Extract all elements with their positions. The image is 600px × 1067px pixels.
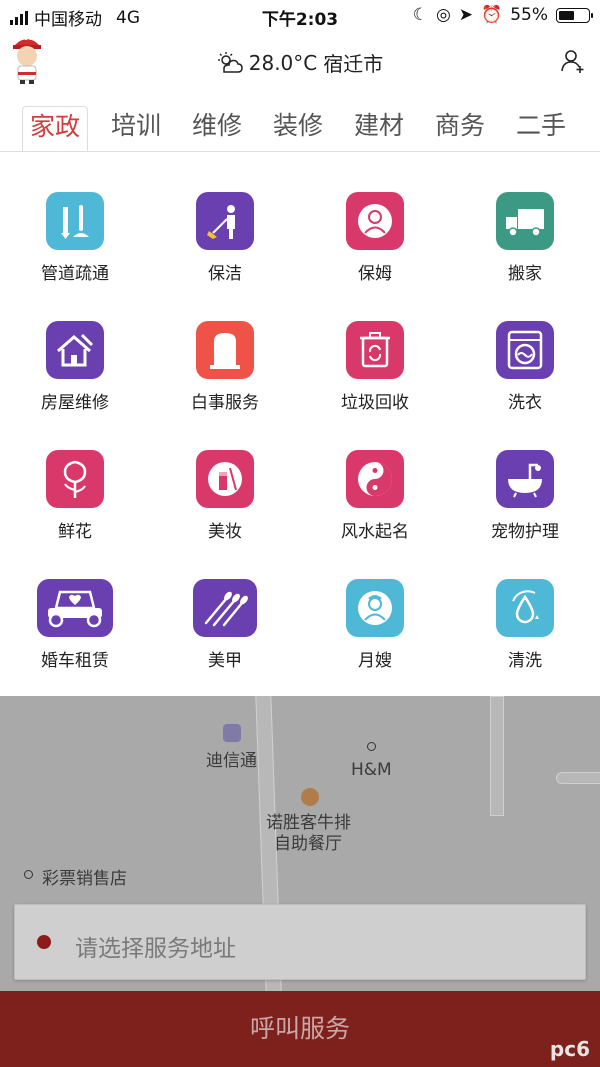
- makeup-icon: [196, 450, 254, 508]
- temperature: 28.0°C: [248, 50, 318, 75]
- service-moving[interactable]: 搬家: [450, 192, 600, 284]
- washing-machine-icon: [496, 321, 554, 379]
- pet-bath-icon: [496, 450, 554, 508]
- service-label: 管道疏通: [41, 264, 109, 284]
- poi-marker-icon: [367, 742, 376, 751]
- service-laundry[interactable]: 洗衣: [450, 321, 600, 413]
- service-label: 美甲: [208, 651, 242, 671]
- wedding-car-icon: [37, 579, 113, 637]
- poi-label: H&M: [351, 760, 392, 780]
- location-dot-icon: [37, 935, 51, 949]
- restaurant-icon: [301, 788, 319, 806]
- service-label: 宠物护理: [491, 522, 559, 542]
- service-pet-care[interactable]: 宠物护理: [450, 450, 600, 542]
- service-label: 婚车租赁: [41, 651, 109, 671]
- battery-icon: [556, 7, 593, 23]
- pipe-cleaning-icon: [46, 192, 104, 250]
- maternity-nurse-icon: [346, 579, 404, 637]
- orientation-lock-icon: ◎: [435, 5, 451, 25]
- service-makeup[interactable]: 美妆: [150, 450, 300, 542]
- service-label: 风水起名: [341, 522, 409, 542]
- user-profile-button[interactable]: [560, 48, 586, 74]
- status-bar: 中国移动 4G 下午2:03 ☾ ◎ ➤ ⏰ 55%: [0, 0, 600, 30]
- battery-percent: 55%: [510, 5, 548, 25]
- water-drop-icon: [496, 579, 554, 637]
- moon-icon: ☾: [412, 5, 428, 25]
- user-add-icon: [561, 50, 584, 73]
- poi-marker-icon: [24, 870, 33, 879]
- app-header: XCY 28.0°C 宿迁市: [0, 32, 600, 96]
- avatar-text: XCY: [19, 35, 33, 42]
- house-repair-icon: [46, 321, 104, 379]
- partly-cloudy-icon: [217, 51, 243, 73]
- funeral-icon: [196, 321, 254, 379]
- tab-second-hand[interactable]: 二手: [508, 106, 574, 151]
- service-label: 房屋维修: [41, 393, 109, 413]
- nanny-icon: [346, 192, 404, 250]
- service-label: 美妆: [208, 522, 242, 542]
- service-house-repair[interactable]: 房屋维修: [0, 321, 150, 413]
- service-label: 月嫂: [358, 651, 392, 671]
- moving-truck-icon: [496, 192, 554, 250]
- tab-training[interactable]: 培训: [103, 106, 169, 151]
- service-nanny[interactable]: 保姆: [300, 192, 450, 284]
- location-arrow-icon: ➤: [458, 5, 474, 25]
- service-fengshui[interactable]: 风水起名: [300, 450, 450, 542]
- weather-widget[interactable]: 28.0°C 宿迁市: [0, 48, 600, 77]
- address-selector[interactable]: 请选择服务地址: [14, 904, 586, 980]
- service-cleaning[interactable]: 保洁: [150, 192, 300, 284]
- poi-marker-icon: [223, 724, 241, 742]
- service-label: 保洁: [208, 264, 242, 284]
- tab-business[interactable]: 商务: [427, 106, 493, 151]
- service-label: 洗衣: [508, 393, 542, 413]
- service-manicure[interactable]: 美甲: [150, 579, 300, 671]
- rose-icon: [46, 450, 104, 508]
- service-funeral[interactable]: 白事服务: [150, 321, 300, 413]
- watermark-logo: pc6: [549, 1037, 590, 1061]
- cleaning-icon: [196, 192, 254, 250]
- category-tabs: 家政 培训 维修 装修 建材 商务 二手: [0, 100, 600, 152]
- recycle-bin-icon: [346, 321, 404, 379]
- tab-housekeeping[interactable]: 家政: [22, 106, 88, 151]
- map-road: [556, 772, 600, 784]
- poi-label: 迪信通: [206, 751, 257, 771]
- service-flowers[interactable]: 鲜花: [0, 450, 150, 542]
- tab-repair[interactable]: 维修: [184, 106, 250, 151]
- nail-brush-icon: [193, 579, 257, 637]
- service-label: 保姆: [358, 264, 392, 284]
- service-pipe-cleaning[interactable]: 管道疏通: [0, 192, 150, 284]
- service-label: 清洗: [508, 651, 542, 671]
- service-label: 鲜花: [58, 522, 92, 542]
- poi-label: 自助餐厅: [274, 834, 342, 854]
- call-service-button[interactable]: 呼叫服务: [0, 991, 600, 1067]
- alarm-icon: ⏰: [481, 5, 503, 25]
- service-maternity-nurse[interactable]: 月嫂: [300, 579, 450, 671]
- service-label: 垃圾回收: [341, 393, 409, 413]
- service-washing[interactable]: 清洗: [450, 579, 600, 671]
- address-placeholder: 请选择服务地址: [75, 936, 236, 962]
- service-wedding-car[interactable]: 婚车租赁: [0, 579, 150, 671]
- service-grid: 管道疏通 保洁 保姆 搬家 房屋维修 白事服务 垃圾回收 洗衣 鲜花 美妆 风水…: [0, 152, 600, 696]
- map-road: [490, 696, 504, 816]
- city-name: 宿迁市: [323, 52, 384, 76]
- tab-building-materials[interactable]: 建材: [346, 106, 412, 151]
- service-label: 搬家: [508, 264, 542, 284]
- service-label: 白事服务: [191, 393, 259, 413]
- service-recycling[interactable]: 垃圾回收: [300, 321, 450, 413]
- poi-label: 彩票销售店: [42, 869, 127, 889]
- tab-renovation[interactable]: 装修: [265, 106, 331, 151]
- yin-yang-icon: [346, 450, 404, 508]
